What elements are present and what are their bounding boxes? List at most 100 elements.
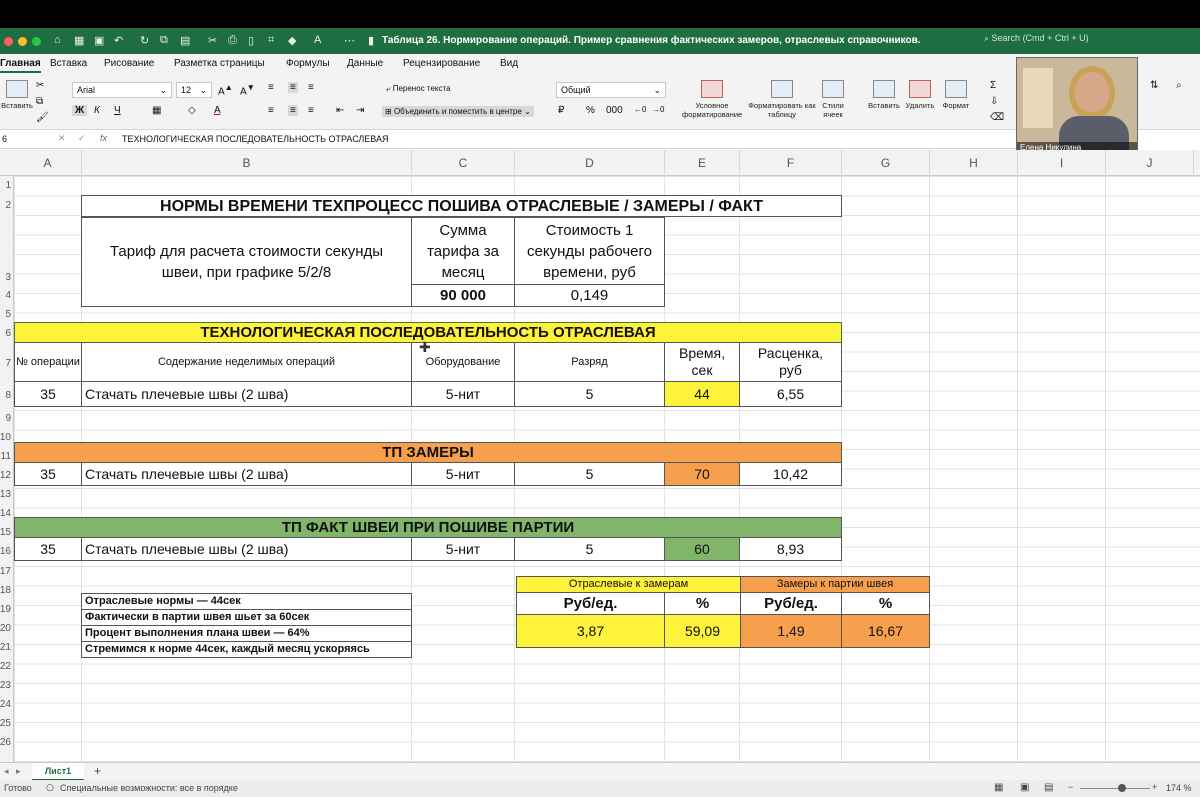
note-line[interactable]: Отраслевые нормы — 44сек bbox=[81, 593, 412, 610]
note-line[interactable]: Стремимся к норме 44сек, каждый месяц ус… bbox=[81, 641, 412, 658]
industry-op-number[interactable]: 35 bbox=[14, 381, 82, 407]
compare-value-1[interactable]: 3,87 bbox=[516, 614, 665, 648]
print-icon[interactable]: ⎙ bbox=[228, 34, 237, 47]
cancel-icon[interactable]: ✕ bbox=[58, 133, 66, 144]
delete-cells-button[interactable]: Удалить bbox=[902, 80, 938, 110]
paste-button[interactable]: Вставить bbox=[0, 80, 34, 110]
industry-op-time[interactable]: 44 bbox=[664, 381, 740, 407]
home-icon[interactable]: ⌂ bbox=[54, 34, 61, 46]
comma-style-icon[interactable]: 000 bbox=[606, 105, 623, 116]
name-box[interactable]: 6 bbox=[2, 134, 7, 144]
compare-measured-batch-header[interactable]: Замеры к партии швея bbox=[740, 576, 930, 593]
section-actual-header[interactable]: ТП ФАКТ ШВЕИ ПРИ ПОШИВЕ ПАРТИИ bbox=[14, 517, 842, 538]
font-color-icon[interactable]: A bbox=[314, 34, 321, 46]
row-header[interactable]: 24 bbox=[0, 699, 11, 710]
column-header-f[interactable]: F bbox=[740, 150, 842, 176]
number-format-select[interactable]: Общий ⌄ bbox=[556, 82, 666, 98]
zoom-slider-thumb[interactable] bbox=[1118, 784, 1126, 792]
font-size-select[interactable]: 12 ⌄ bbox=[176, 82, 212, 98]
format-table-button[interactable]: Форматировать как таблицу bbox=[748, 80, 816, 119]
row-header[interactable]: 19 bbox=[0, 604, 11, 615]
font-select[interactable]: Arial ⌄ bbox=[72, 82, 172, 98]
format-cells-button[interactable]: Формат bbox=[938, 80, 974, 110]
section-measurements-header[interactable]: ТП ЗАМЕРЫ bbox=[14, 442, 842, 463]
sheet-tab-1[interactable]: Лист1 bbox=[32, 763, 84, 781]
column-header-g[interactable]: G bbox=[842, 150, 930, 176]
actual-op-price[interactable]: 8,93 bbox=[739, 537, 842, 561]
borders-icon[interactable]: ▦ bbox=[152, 105, 161, 116]
measured-op-grade[interactable]: 5 bbox=[514, 462, 665, 486]
row-header[interactable]: 18 bbox=[0, 585, 11, 596]
sheet-title[interactable]: НОРМЫ ВРЕМЕНИ ТЕХПРОЦЕСС ПОШИВА ОТРАСЛЕВ… bbox=[81, 195, 842, 217]
undo-icon[interactable]: ↶ bbox=[114, 34, 123, 47]
italic-button[interactable]: К bbox=[94, 105, 100, 116]
compare-unit-1[interactable]: Руб/ед. bbox=[516, 592, 665, 615]
page-layout-icon[interactable]: ▣ bbox=[1020, 782, 1029, 793]
actual-op-time[interactable]: 60 bbox=[664, 537, 740, 561]
header-operation-number[interactable]: № операции bbox=[14, 342, 82, 382]
compare-value-2[interactable]: 59,09 bbox=[664, 614, 741, 648]
accessibility-icon[interactable]: ⎔ bbox=[46, 783, 54, 794]
cut-icon[interactable]: ✂ bbox=[208, 34, 217, 47]
measured-op-time[interactable]: 70 bbox=[664, 462, 740, 486]
measured-op-number[interactable]: 35 bbox=[14, 462, 82, 486]
more-icon[interactable]: ⋯ bbox=[344, 34, 355, 47]
row-header[interactable]: 10 bbox=[0, 432, 11, 443]
row-header[interactable]: 3 bbox=[5, 272, 11, 283]
row-header[interactable]: 2 bbox=[5, 200, 11, 211]
format-painter-icon[interactable]: 🖌 bbox=[36, 112, 49, 123]
bold-button[interactable]: Ж bbox=[72, 105, 88, 116]
actual-op-grade[interactable]: 5 bbox=[514, 537, 665, 561]
align-top-icon[interactable]: ≡ bbox=[268, 82, 274, 93]
industry-op-content[interactable]: Стачать плечевые швы (2 шва) bbox=[81, 381, 412, 407]
header-grade[interactable]: Разряд bbox=[514, 342, 665, 382]
indent-decrease-icon[interactable]: ⇤ bbox=[336, 105, 344, 116]
compare-value-3[interactable]: 1,49 bbox=[740, 614, 842, 648]
formula-input[interactable]: ТЕХНОЛОГИЧЕСКАЯ ПОСЛЕДОВАТЕЛЬНОСТЬ ОТРАС… bbox=[122, 134, 389, 144]
row-header[interactable]: 17 bbox=[0, 566, 11, 577]
confirm-icon[interactable]: ✓ bbox=[78, 133, 86, 144]
minimize-window-button[interactable] bbox=[18, 37, 27, 46]
row-header[interactable]: 8 bbox=[5, 390, 11, 401]
row-header[interactable]: 7 bbox=[5, 358, 11, 369]
tariff-sum-value[interactable]: 90 000 bbox=[411, 284, 515, 307]
tab-view[interactable]: Вид bbox=[500, 58, 518, 69]
header-price[interactable]: Расценка, руб bbox=[739, 342, 842, 382]
decrease-font-icon[interactable]: A▼ bbox=[240, 82, 255, 97]
second-cost-value[interactable]: 0,149 bbox=[514, 284, 665, 307]
search-box[interactable]: ⌕ Search (Cmd + Ctrl + U) bbox=[984, 33, 1184, 49]
column-header-d[interactable]: D bbox=[515, 150, 665, 176]
document-icon[interactable]: ▯ bbox=[248, 34, 254, 47]
clear-icon[interactable]: ⌫ bbox=[990, 112, 1004, 123]
tariff-sum-label[interactable]: Сумма тарифа за месяц bbox=[411, 217, 515, 285]
spreadsheet-grid[interactable]: НОРМЫ ВРЕМЕНИ ТЕХПРОЦЕСС ПОШИВА ОТРАСЛЕВ… bbox=[14, 176, 1200, 762]
tab-formulas[interactable]: Формулы bbox=[286, 58, 330, 69]
actual-op-content[interactable]: Стачать плечевые швы (2 шва) bbox=[81, 537, 412, 561]
cut-icon[interactable]: ✂ bbox=[36, 80, 44, 91]
row-header[interactable]: 22 bbox=[0, 661, 11, 672]
row-header[interactable]: 5 bbox=[5, 309, 11, 320]
align-bottom-icon[interactable]: ≡ bbox=[308, 82, 314, 93]
row-header[interactable]: 23 bbox=[0, 680, 11, 691]
save-icon[interactable]: ▣ bbox=[94, 34, 104, 47]
tab-data[interactable]: Данные bbox=[347, 58, 383, 69]
row-header[interactable]: 9 bbox=[5, 413, 11, 424]
zoom-slider[interactable] bbox=[1080, 788, 1150, 789]
conditional-format-button[interactable]: Условное форматирование bbox=[682, 80, 742, 119]
row-header[interactable]: 6 bbox=[5, 328, 11, 339]
align-center-icon[interactable]: ≡ bbox=[288, 105, 298, 116]
compare-unit-2[interactable]: Руб/ед. bbox=[740, 592, 842, 615]
column-header-h[interactable]: H bbox=[930, 150, 1018, 176]
compare-value-4[interactable]: 16,67 bbox=[841, 614, 930, 648]
compare-percent-1[interactable]: % bbox=[664, 592, 741, 615]
font-color-icon[interactable]: A bbox=[214, 105, 221, 116]
measured-op-equipment[interactable]: 5-нит bbox=[411, 462, 515, 486]
function-icon[interactable]: fx bbox=[100, 133, 107, 143]
zoom-window-button[interactable] bbox=[32, 37, 41, 46]
redo-icon[interactable]: ↻ bbox=[140, 34, 149, 47]
paste-icon[interactable]: ▤ bbox=[180, 34, 190, 47]
copy-icon[interactable]: ⧉ bbox=[36, 96, 43, 107]
row-header[interactable]: 25 bbox=[0, 718, 11, 729]
merge-center-button[interactable]: ⊞ Объединить и поместить в центре ⌄ bbox=[382, 106, 534, 117]
tariff-label[interactable]: Тариф для расчета стоимости секунды швеи… bbox=[81, 217, 412, 307]
